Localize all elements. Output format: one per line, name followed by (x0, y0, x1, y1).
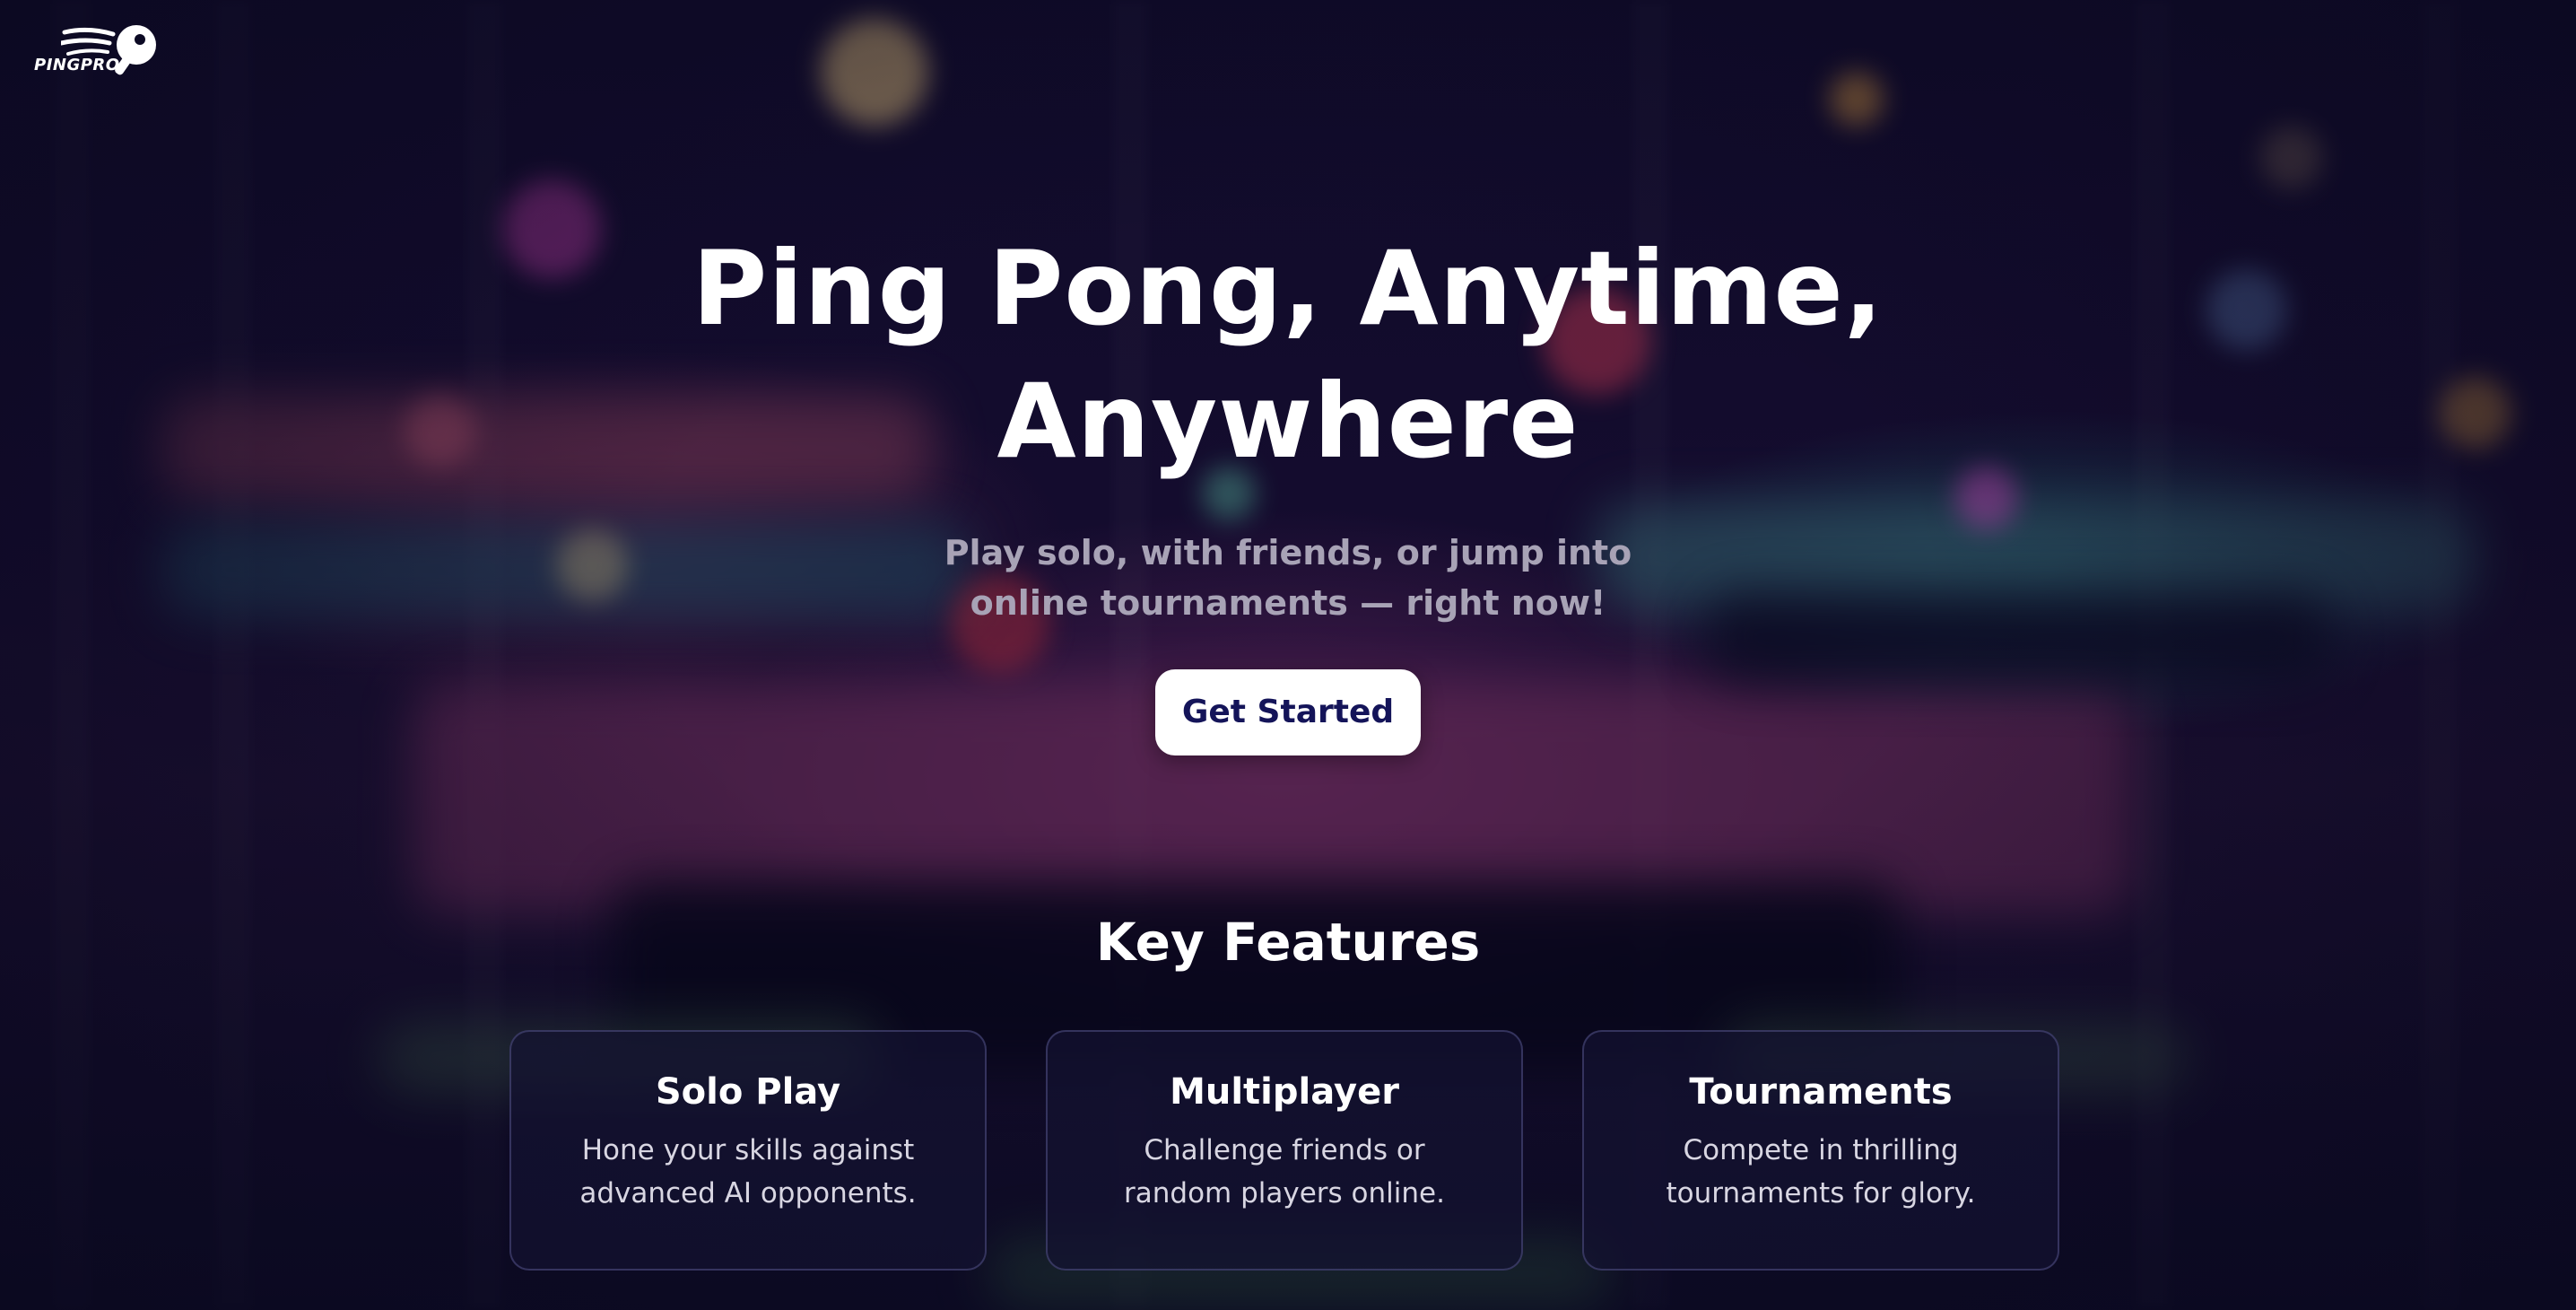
feature-card-title: Solo Play (655, 1071, 841, 1113)
logo-text: PINGPRO (34, 56, 120, 74)
feature-cards: Solo Play Hone your skills against advan… (509, 1030, 2059, 1271)
hero-title: Ping Pong, Anytime, Anywhere (692, 229, 1884, 481)
hero-subtitle: Play solo, with friends, or jump into on… (944, 533, 1632, 623)
feature-card-description: Hone your skills against advanced AI opp… (579, 1134, 917, 1210)
feature-card-multiplayer[interactable]: Multiplayer Challenge friends or random … (1046, 1030, 1523, 1271)
get-started-button[interactable]: Get Started (1155, 669, 1421, 755)
logo[interactable]: PINGPRO (34, 23, 169, 79)
hero-section: Ping Pong, Anytime, Anywhere Play solo, … (0, 223, 2576, 755)
feature-card-title: Multiplayer (1170, 1071, 1399, 1113)
features-title: Key Features (1095, 912, 1481, 973)
feature-card-description: Challenge friends or random players onli… (1124, 1134, 1445, 1210)
feature-card-title: Tournaments (1689, 1071, 1953, 1113)
feature-card-solo-play[interactable]: Solo Play Hone your skills against advan… (509, 1030, 987, 1271)
feature-card-description: Compete in thrilling tournaments for glo… (1666, 1134, 1976, 1210)
feature-card-tournaments[interactable]: Tournaments Compete in thrilling tournam… (1582, 1030, 2059, 1271)
